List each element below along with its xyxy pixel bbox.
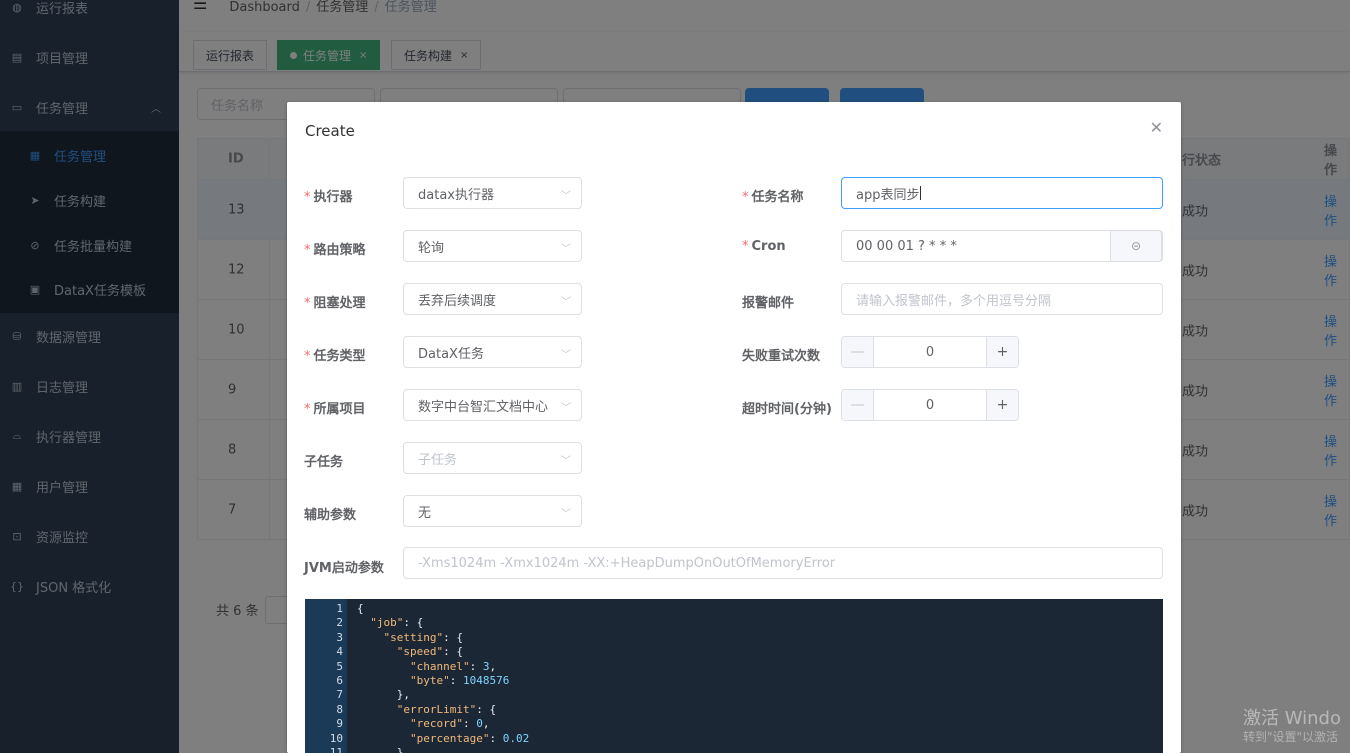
- text-caret: [920, 186, 922, 200]
- plus-icon[interactable]: +: [986, 390, 1018, 420]
- cron-input[interactable]: 00 00 01 ? * * * ⊝: [841, 230, 1163, 262]
- code-line: "percentage": 0.02: [409, 731, 530, 745]
- aux-param-select[interactable]: 无 ﹀: [403, 495, 582, 527]
- chevron-down-icon: ﹀: [561, 191, 571, 202]
- select-value: 丢弃后续调度: [418, 293, 497, 309]
- executor-select[interactable]: datax执行器 ﹀: [403, 177, 582, 209]
- minus-icon[interactable]: —: [842, 390, 874, 420]
- chevron-down-icon: ﹀: [561, 297, 571, 308]
- retry-label: 失败重试次数: [742, 349, 821, 364]
- windows-activation-watermark: 激活 Windo: [1243, 708, 1341, 729]
- line-number: 7: [336, 688, 343, 702]
- line-number: 11: [329, 746, 343, 753]
- chevron-down-icon: ﹀: [561, 403, 571, 414]
- code-line: {: [357, 602, 364, 615]
- task-type-label: * 任务类型: [304, 349, 366, 364]
- line-number: 2: [336, 616, 343, 630]
- chevron-down-icon: ﹀: [561, 509, 571, 520]
- child-task-select[interactable]: 子任务 ﹀: [403, 442, 582, 474]
- task-type-select[interactable]: DataX任务 ﹀: [403, 336, 582, 368]
- dialog-title: Create: [305, 122, 355, 140]
- code-line: "job": {: [370, 616, 424, 630]
- task-name-label: * 任务名称: [742, 190, 804, 205]
- stepper-value[interactable]: 0: [874, 337, 986, 367]
- code-line: "errorLimit": {: [396, 702, 497, 716]
- plus-icon[interactable]: +: [986, 337, 1018, 367]
- alarm-email-input[interactable]: 请输入报警邮件，多个用逗号分隔: [841, 283, 1163, 315]
- select-value: datax执行器: [418, 187, 494, 203]
- select-value: 无: [418, 505, 432, 521]
- line-number: 10: [329, 731, 343, 745]
- project-label: * 所属项目: [304, 402, 366, 417]
- code-line: "channel": 3,: [409, 659, 497, 673]
- jvm-label: JVM启动参数: [304, 561, 384, 576]
- json-editor[interactable]: 1 2 3 4 5 6 7 8 9 10 11 { "job": { "sett…: [305, 599, 1163, 753]
- aux-param-label: 辅助参数: [304, 508, 357, 523]
- stepper-value[interactable]: 0: [874, 390, 986, 420]
- select-placeholder: 子任务: [418, 452, 458, 468]
- child-task-label: 子任务: [304, 455, 344, 470]
- line-number: 6: [336, 674, 343, 687]
- line-number: 4: [336, 645, 343, 659]
- task-name-input[interactable]: app表同步: [841, 177, 1163, 209]
- code-line: "record": 0,: [409, 717, 490, 731]
- cron-editor-icon[interactable]: ⊝: [1110, 231, 1162, 261]
- line-number: 3: [336, 630, 343, 644]
- chevron-down-icon: ﹀: [561, 350, 571, 361]
- alarm-email-label: 报警邮件: [742, 296, 795, 311]
- executor-label: * 执行器: [304, 190, 353, 205]
- code-line: "speed": {: [396, 645, 463, 659]
- route-strategy-select[interactable]: 轮询 ﹀: [403, 230, 582, 262]
- block-strategy-select[interactable]: 丢弃后续调度 ﹀: [403, 283, 582, 315]
- timeout-label: 超时时间(分钟): [742, 402, 832, 417]
- code-line: "setting": {: [383, 630, 463, 644]
- close-icon[interactable]: ✕: [1150, 118, 1163, 137]
- select-value: 轮询: [418, 240, 445, 256]
- block-label: * 阻塞处理: [304, 296, 366, 311]
- line-number: 1: [336, 602, 343, 615]
- jvm-param-input[interactable]: -Xms1024m -Xmx1024m -XX:+HeapDumpOnOutOf…: [403, 547, 1163, 579]
- retry-stepper[interactable]: — 0 +: [841, 336, 1019, 368]
- input-value: app表同步: [856, 187, 920, 203]
- input-value: 00 00 01 ? * * *: [856, 238, 957, 254]
- select-value: DataX任务: [418, 346, 484, 362]
- minus-icon[interactable]: —: [842, 337, 874, 367]
- line-number: 9: [336, 717, 343, 731]
- chevron-down-icon: ﹀: [561, 244, 571, 255]
- windows-activation-hint: 转到"设置"以激活: [1243, 730, 1339, 744]
- line-number: 5: [336, 659, 343, 673]
- line-number: 8: [336, 702, 343, 716]
- project-select[interactable]: 数字中台智汇文档中心 ﹀: [403, 389, 582, 421]
- editor-gutter: 1 2 3 4 5 6 7 8 9 10 11: [305, 599, 347, 753]
- timeout-stepper[interactable]: — 0 +: [841, 389, 1019, 421]
- route-label: * 路由策略: [304, 243, 366, 258]
- code-line: }: [357, 746, 404, 753]
- chevron-down-icon: ﹀: [561, 456, 571, 467]
- create-dialog: Create ✕ * 执行器 datax执行器 ﹀ * 路由策略 轮询 ﹀ * 阻塞处理 …: [287, 102, 1181, 753]
- code-line: "byte": 1048576: [409, 674, 510, 687]
- cron-label: * Cron: [742, 239, 786, 254]
- code-line: },: [357, 688, 410, 702]
- select-value: 数字中台智汇文档中心: [418, 399, 549, 415]
